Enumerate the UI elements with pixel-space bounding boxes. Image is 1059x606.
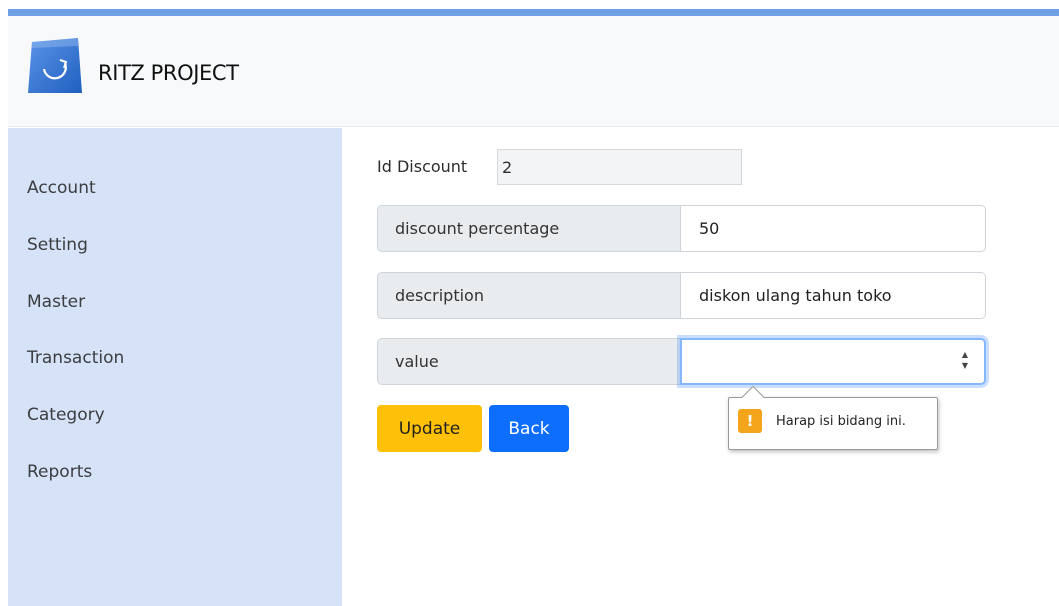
discount-percentage-group: discount percentage bbox=[377, 205, 986, 252]
id-discount-input[interactable] bbox=[497, 149, 742, 185]
sidebar-item-transaction[interactable]: Transaction bbox=[27, 348, 124, 368]
sidebar-item-setting[interactable]: Setting bbox=[27, 235, 88, 255]
sidebar: Account Setting Master Transaction Categ… bbox=[8, 128, 342, 606]
description-label: description bbox=[377, 272, 680, 319]
description-input[interactable] bbox=[680, 272, 986, 319]
warning-icon: ! bbox=[738, 409, 762, 433]
validation-tooltip: ! Harap isi bidang ini. bbox=[728, 385, 938, 450]
sidebar-item-category[interactable]: Category bbox=[27, 405, 105, 425]
brand-name: RITZ PROJECT bbox=[98, 61, 239, 85]
shopping-bag-icon bbox=[28, 38, 82, 93]
spin-down-icon[interactable]: ▼ bbox=[962, 361, 968, 370]
value-label: value bbox=[377, 338, 680, 385]
value-input[interactable] bbox=[680, 338, 986, 385]
sidebar-item-account[interactable]: Account bbox=[27, 178, 96, 198]
update-button[interactable]: Update bbox=[377, 405, 482, 452]
spin-up-icon[interactable]: ▲ bbox=[962, 350, 968, 359]
validation-message: Harap isi bidang ini. bbox=[776, 414, 906, 429]
sidebar-item-master[interactable]: Master bbox=[27, 292, 85, 312]
page: RITZ PROJECT Account Setting Master Tran… bbox=[0, 0, 1059, 606]
main-content: Id Discount discount percentage descript… bbox=[342, 128, 1059, 606]
description-group: description bbox=[377, 272, 986, 319]
value-group: value ▲ ▼ bbox=[377, 338, 986, 385]
header: RITZ PROJECT bbox=[8, 16, 1059, 127]
back-button[interactable]: Back bbox=[489, 405, 569, 452]
sidebar-item-reports[interactable]: Reports bbox=[27, 462, 92, 482]
top-accent-bar bbox=[8, 9, 1059, 16]
value-input-wrapper: ▲ ▼ bbox=[680, 338, 986, 385]
id-discount-label: Id Discount bbox=[377, 157, 468, 176]
number-spinner[interactable]: ▲ ▼ bbox=[960, 350, 970, 370]
discount-percentage-label: discount percentage bbox=[377, 205, 680, 252]
discount-percentage-input[interactable] bbox=[680, 205, 986, 252]
